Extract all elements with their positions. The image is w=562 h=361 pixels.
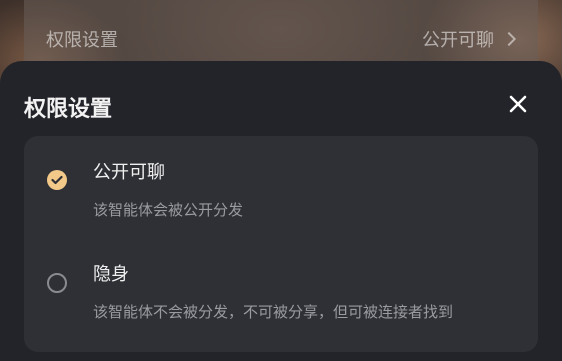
close-icon bbox=[509, 95, 527, 113]
permission-settings-label: 权限设置 bbox=[46, 30, 118, 51]
option-description: 该智能体不会被分发，不可被分享，但可被连接者找到 bbox=[93, 303, 454, 321]
permission-bottom-sheet: 权限设置 公开可聊 该智能体会被公开分发 隐身 该智能体不会被分发，不可被分享，… bbox=[0, 61, 562, 361]
chevron-right-icon bbox=[501, 31, 517, 47]
option-public-chat[interactable]: 公开可聊 该智能体会被公开分发 bbox=[24, 136, 538, 236]
close-button[interactable] bbox=[505, 91, 531, 117]
sheet-title: 权限设置 bbox=[24, 97, 113, 122]
permission-value-text: 公开可聊 bbox=[422, 30, 494, 51]
option-description: 该智能体会被公开分发 bbox=[93, 201, 244, 219]
option-title: 隐身 bbox=[93, 264, 129, 285]
radio-checked-icon bbox=[47, 170, 67, 190]
option-title: 公开可聊 bbox=[93, 162, 165, 183]
option-invisible[interactable]: 隐身 该智能体不会被分发，不可被分享，但可被连接者找到 bbox=[24, 241, 538, 341]
permission-settings-value: 公开可聊 bbox=[422, 26, 517, 52]
options-card: 公开可聊 该智能体会被公开分发 隐身 该智能体不会被分发，不可被分享，但可被连接… bbox=[24, 136, 538, 352]
radio-unchecked-icon bbox=[47, 273, 67, 293]
